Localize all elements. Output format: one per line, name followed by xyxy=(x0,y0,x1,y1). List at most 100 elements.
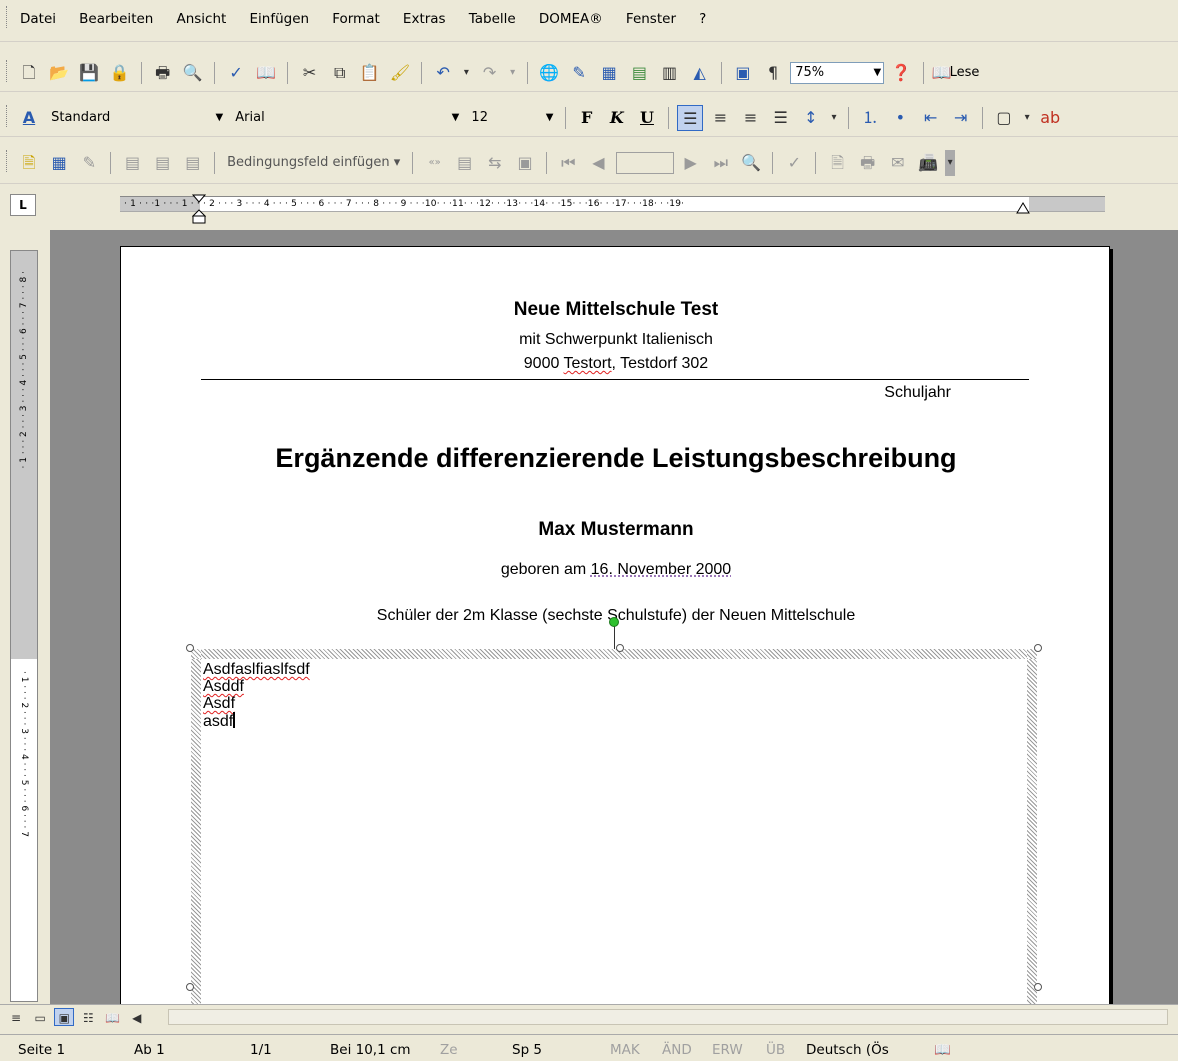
bold-button[interactable]: F xyxy=(574,105,600,131)
toolbar-options-icon[interactable]: ▾ xyxy=(945,150,956,176)
normal-view-icon[interactable]: ≡ xyxy=(6,1009,26,1027)
status-aend[interactable]: ÄND xyxy=(662,1042,692,1058)
read-mode-icon[interactable]: 📖 xyxy=(932,60,952,86)
toolbar-grip[interactable] xyxy=(6,105,9,127)
menu-fenster[interactable]: Fenster xyxy=(626,11,676,27)
resize-handle-top[interactable] xyxy=(616,644,624,652)
status-language[interactable]: Deutsch (Ös xyxy=(806,1042,889,1058)
menu-bearbeiten[interactable]: Bearbeiten xyxy=(79,11,153,27)
merge-to-printer-icon[interactable]: 🖶 xyxy=(855,150,881,176)
resize-handle-top-right[interactable] xyxy=(1034,644,1042,652)
align-right-icon[interactable]: ≡ xyxy=(738,105,764,131)
horizontal-scrollbar[interactable] xyxy=(168,1009,1168,1025)
indent-marker-icon[interactable] xyxy=(192,194,206,224)
spelling-icon[interactable]: ✓ xyxy=(223,60,249,86)
right-indent-marker-icon[interactable] xyxy=(1016,202,1030,214)
menu-domea[interactable]: DOMEA® xyxy=(539,11,603,27)
styles-icon[interactable]: A xyxy=(16,105,42,131)
line-spacing-icon[interactable]: ↕ xyxy=(798,105,824,131)
insert-greeting-icon[interactable]: ▤ xyxy=(150,150,176,176)
status-mak[interactable]: MAK xyxy=(610,1042,640,1058)
drawing-icon[interactable]: ◭ xyxy=(687,60,713,86)
line-spacing-dropdown-icon[interactable]: ▾ xyxy=(828,105,840,131)
permission-icon[interactable]: 🔒 xyxy=(106,60,132,86)
resize-handle-right[interactable] xyxy=(1034,983,1042,991)
menu-format[interactable]: Format xyxy=(332,11,380,27)
font-select[interactable]: Arial ▼ xyxy=(230,107,462,129)
show-formatting-icon[interactable]: ¶ xyxy=(760,60,786,86)
highlight-icon[interactable]: ab xyxy=(1037,105,1063,131)
paste-icon[interactable]: 📋 xyxy=(357,60,383,86)
insert-address-block-icon[interactable]: ▤ xyxy=(120,150,146,176)
resize-handle-left[interactable] xyxy=(186,983,194,991)
highlight-fields-icon[interactable]: ▤ xyxy=(452,150,478,176)
text-box[interactable]: Asdfaslfiaslfsdf Asddf Asdf asdf xyxy=(186,644,1042,1010)
insert-merge-fields-icon[interactable]: ▤ xyxy=(180,150,206,176)
previous-record-icon[interactable]: ◀ xyxy=(585,150,611,176)
status-ueb[interactable]: ÜB xyxy=(766,1042,785,1058)
format-painter-icon[interactable]: 🖌 xyxy=(387,60,413,86)
read-mode-label[interactable]: Lese xyxy=(950,60,980,86)
horizontal-ruler[interactable]: · 1 · · ·1 · · · 1 · · · 2 · · · 3 · · ·… xyxy=(120,196,1105,212)
document-map-icon[interactable]: ▣ xyxy=(730,60,756,86)
tables-borders-icon[interactable]: ✎ xyxy=(566,60,592,86)
outline-view-icon[interactable]: ☷ xyxy=(78,1009,98,1027)
numbering-icon[interactable]: ⒈ xyxy=(857,105,883,131)
increase-indent-icon[interactable]: ⇥ xyxy=(948,105,974,131)
print-icon[interactable]: 🖶 xyxy=(150,60,176,86)
rotation-handle[interactable] xyxy=(609,617,619,627)
align-center-icon[interactable]: ≡ xyxy=(707,105,733,131)
save-icon[interactable]: 💾 xyxy=(76,60,102,86)
font-size-select[interactable]: 12 ▼ xyxy=(466,107,556,129)
redo-dropdown-icon[interactable]: ▾ xyxy=(507,60,519,86)
help-icon[interactable]: ❓ xyxy=(888,60,914,86)
last-record-icon[interactable]: ⏭ xyxy=(708,150,734,176)
menu-ansicht[interactable]: Ansicht xyxy=(176,11,226,27)
resize-handle-top-left[interactable] xyxy=(186,644,194,652)
align-left-icon[interactable]: ☰ xyxy=(677,105,704,131)
undo-icon[interactable]: ↶ xyxy=(430,60,456,86)
status-erw[interactable]: ERW xyxy=(712,1042,743,1058)
match-fields-icon[interactable]: ⇆ xyxy=(482,150,508,176)
copy-icon[interactable]: ⧉ xyxy=(327,60,353,86)
menu-help[interactable]: ? xyxy=(699,11,706,27)
redo-icon[interactable]: ↷ xyxy=(477,60,503,86)
web-layout-icon[interactable]: ▭ xyxy=(30,1009,50,1027)
undo-dropdown-icon[interactable]: ▾ xyxy=(460,60,472,86)
next-record-icon[interactable]: ▶ xyxy=(678,150,704,176)
new-document-icon[interactable]: 🗋 xyxy=(16,60,42,86)
recipients-icon[interactable]: ✎ xyxy=(76,150,102,176)
toolbar-grip[interactable] xyxy=(6,150,9,172)
research-icon[interactable]: 📖 xyxy=(253,60,279,86)
menu-extras[interactable]: Extras xyxy=(403,11,446,27)
insert-excel-icon[interactable]: ▤ xyxy=(626,60,652,86)
hyperlink-icon[interactable]: 🌐 xyxy=(536,60,562,86)
merge-to-fax-icon[interactable]: 📠 xyxy=(915,150,941,176)
italic-button[interactable]: K xyxy=(604,105,630,131)
document-page[interactable]: Neue Mittelschule Test mit Schwerpunkt I… xyxy=(120,246,1110,1010)
vertical-ruler[interactable]: · 1 · · · 2 · · · 3 · · · 4 · · · 5 · · … xyxy=(10,250,38,1002)
menu-datei[interactable]: Datei xyxy=(20,11,56,27)
menu-tabelle[interactable]: Tabelle xyxy=(469,11,516,27)
print-preview-icon[interactable]: 🔍 xyxy=(180,60,206,86)
toolbar-grip[interactable] xyxy=(6,60,9,82)
justify-icon[interactable]: ☰ xyxy=(768,105,794,131)
first-record-icon[interactable]: ⏮ xyxy=(555,150,581,176)
cut-icon[interactable]: ✂ xyxy=(297,60,323,86)
view-merged-data-icon[interactable]: «» xyxy=(422,150,448,176)
style-select[interactable]: Standard ▼ xyxy=(46,107,226,129)
print-layout-icon[interactable]: ▣ xyxy=(54,1008,75,1026)
scroll-left-icon[interactable]: ◀ xyxy=(127,1009,147,1027)
borders-icon[interactable]: ▢ xyxy=(991,105,1017,131)
zoom-select[interactable]: 75% ▼ xyxy=(790,62,885,84)
decrease-indent-icon[interactable]: ⇤ xyxy=(918,105,944,131)
reading-layout-icon[interactable]: 📖 xyxy=(103,1009,123,1027)
propagate-labels-icon[interactable]: ▣ xyxy=(512,150,538,176)
underline-button[interactable]: U xyxy=(634,105,660,131)
record-number-input[interactable] xyxy=(615,152,674,174)
find-entry-icon[interactable]: 🔍 xyxy=(738,150,764,176)
bullets-icon[interactable]: • xyxy=(887,105,913,131)
merge-to-document-icon[interactable]: 🗎 xyxy=(825,150,851,176)
insert-word-field-button[interactable]: Bedingungsfeld einfügen ▾ xyxy=(223,150,404,176)
merge-to-email-icon[interactable]: ✉ xyxy=(885,150,911,176)
